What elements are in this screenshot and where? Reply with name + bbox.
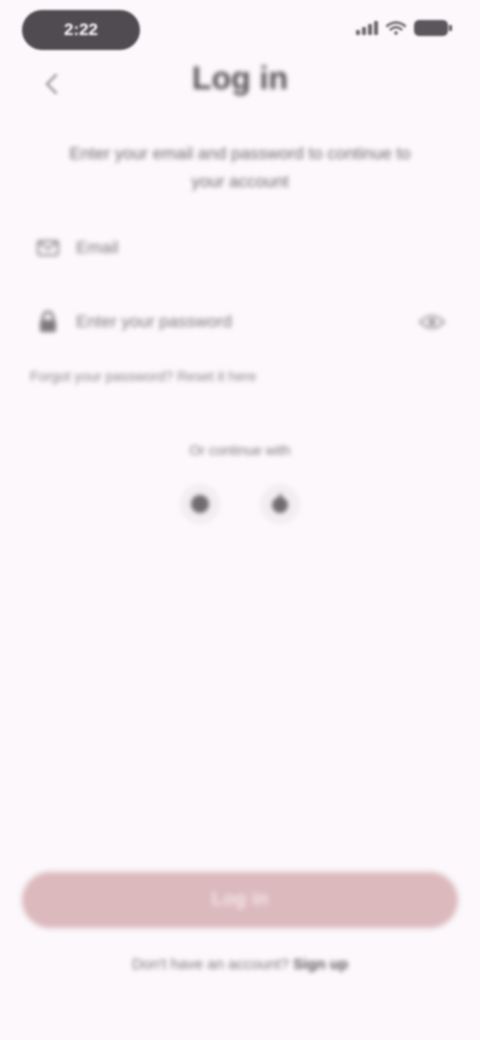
signup-link[interactable]: Sign up [293,956,348,973]
page-subtitle: Enter your email and password to continu… [69,144,411,191]
signup-prompt: Don't have an account? Sign up [0,956,480,973]
status-icons [356,20,452,36]
forgot-password-link[interactable]: Forgot your password? Reset it here [30,368,256,384]
battery-icon [414,20,452,36]
password-field[interactable]: Enter your password [34,302,446,342]
social-login-row [0,484,480,524]
google-icon[interactable] [180,484,220,524]
status-bar: 2:22 [0,0,480,64]
mail-icon [34,234,62,262]
apple-icon[interactable] [260,484,300,524]
wifi-icon [386,21,406,35]
email-field[interactable]: Email [34,230,446,266]
eye-icon[interactable] [418,308,446,336]
page-title: Log in [192,60,288,96]
social-label: Or continue with [189,442,291,458]
email-value: Email [76,238,119,257]
status-time: 2:22 [22,10,140,50]
signup-prompt-text: Don't have an account? [131,956,294,973]
password-value: Enter your password [76,312,232,331]
login-button[interactable]: Log in [22,872,458,928]
signal-icon [356,21,378,35]
lock-icon [34,308,62,336]
